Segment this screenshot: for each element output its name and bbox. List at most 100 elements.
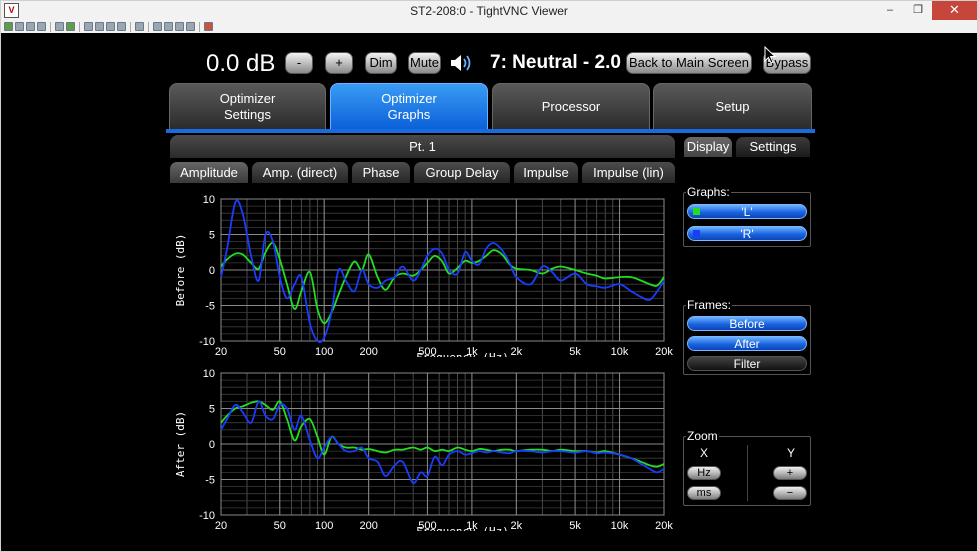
speaker-icon[interactable] (450, 53, 474, 73)
x-tick-label: 2k (511, 520, 523, 531)
tab-label: Settings (224, 107, 271, 122)
x-tick-label: 20 (215, 520, 227, 531)
volume-display: 0.0 dB (206, 50, 276, 77)
frame-before-toggle[interactable]: Before (687, 316, 807, 331)
x-tick-label: 20k (655, 346, 673, 357)
toolbar-divider (50, 21, 51, 32)
x-tick-label: 2k (511, 346, 523, 357)
zoom-in-icon[interactable] (153, 22, 162, 31)
save-icon[interactable] (15, 22, 24, 31)
x-tick-label: 20k (655, 520, 673, 531)
zoom-y-in-button[interactable]: + (773, 466, 807, 480)
zoom-100-icon[interactable] (175, 22, 184, 31)
mute-button[interactable]: Mute (408, 52, 441, 74)
tab-setup[interactable]: Setup (653, 83, 812, 130)
graph-l-toggle[interactable]: 'L' (687, 204, 807, 219)
pause-icon[interactable] (55, 22, 64, 31)
remote-screen: 0.0 dB - + Dim Mute 7: Neutral - 2.0 Bac… (0, 33, 978, 552)
tab-display[interactable]: Display (684, 137, 732, 157)
graph-r-toggle[interactable]: 'R' (687, 226, 807, 241)
tab-processor[interactable]: Processor (492, 83, 650, 130)
options-icon[interactable] (26, 22, 35, 31)
tab-panel-settings[interactable]: Settings (736, 137, 810, 157)
tab-impulse-lin[interactable]: Impulse (lin) (582, 162, 675, 183)
restore-button[interactable]: ❐ (904, 1, 932, 20)
y-tick-label: 5 (209, 230, 215, 242)
tab-label: Setup (715, 99, 750, 114)
zoom-group-label: Zoom (686, 429, 719, 443)
window-title: ST2-208:0 - TightVNC Viewer (410, 4, 568, 18)
zoom-out-icon[interactable] (164, 22, 173, 31)
zoom-y-out-button[interactable]: − (773, 486, 807, 500)
frames-group-label: Frames: (686, 298, 733, 312)
ctrl-key-icon[interactable] (106, 22, 115, 31)
tab-amp-direct[interactable]: Amp. (direct) (252, 162, 348, 183)
clipboard-icon[interactable] (135, 22, 144, 31)
before-amplitude-graph[interactable]: 1050-5-1020501002005001k2k5k10k20kFreque… (168, 183, 679, 357)
y-tick-label: 0 (209, 439, 215, 451)
x-tick-label: 100 (315, 346, 333, 357)
y-axis-label: Before (dB) (174, 234, 187, 307)
graph-l-label: 'L' (741, 205, 753, 219)
new-connection-icon[interactable] (4, 22, 13, 31)
frame-filter-toggle[interactable]: Filter (687, 356, 807, 371)
tab-optimizer-graphs[interactable]: Optimizer Graphs (330, 83, 488, 130)
y-tick-label: 5 (209, 404, 215, 416)
y-tick-label: 0 (209, 265, 215, 277)
tab-label: Optimizer (219, 91, 276, 106)
graph-l-swatch (693, 208, 700, 215)
fullscreen-icon[interactable] (204, 22, 213, 31)
x-tick-label: 5k (569, 520, 581, 531)
tab-label: Processor (541, 99, 601, 114)
zoom-fit-icon[interactable] (186, 22, 195, 31)
x-tick-label: 200 (359, 346, 377, 357)
y-axis-label: After (dB) (174, 411, 187, 477)
preset-name: 7: Neutral - 2.0 (490, 52, 621, 73)
close-button[interactable]: ✕ (932, 1, 977, 20)
title-bar: V ST2-208:0 - TightVNC Viewer – ❐ ✕ (0, 0, 978, 20)
volume-up-button[interactable]: + (325, 52, 353, 74)
after-amplitude-graph[interactable]: 1050-5-1020501002005001k2k5k10k20kFreque… (168, 357, 679, 531)
toolbar-divider (199, 21, 200, 32)
info-icon[interactable] (37, 22, 46, 31)
ctrl-alt-del-icon[interactable] (84, 22, 93, 31)
tab-underline (166, 129, 815, 133)
toolbar-divider (148, 21, 149, 32)
alt-key-icon[interactable] (117, 22, 126, 31)
vnc-toolbar (0, 20, 978, 33)
y-tick-label: -10 (199, 336, 215, 348)
refresh-icon[interactable] (66, 22, 75, 31)
frame-after-toggle[interactable]: After (687, 336, 807, 351)
y-tick-label: -5 (205, 475, 215, 487)
zoom-divider (747, 445, 748, 501)
tab-label: Graphs (387, 107, 431, 122)
minimize-button[interactable]: – (876, 1, 904, 20)
tab-phase[interactable]: Phase (352, 162, 410, 183)
y-tick-label: -5 (205, 301, 215, 313)
tab-group-delay[interactable]: Group Delay (414, 162, 510, 183)
x-tick-label: 10k (611, 346, 629, 357)
x-tick-label: 5k (569, 346, 581, 357)
y-tick-label: 10 (203, 194, 215, 206)
point-title: Pt. 1 (170, 135, 675, 158)
zoom-hz-button[interactable]: Hz (687, 466, 721, 480)
x-tick-label: 100 (315, 520, 333, 531)
dim-button[interactable]: Dim (365, 52, 397, 74)
graphs-group-label: Graphs: (686, 185, 731, 199)
zoom-y-label: Y (787, 446, 796, 460)
zoom-ms-button[interactable]: ms (687, 486, 721, 500)
tab-amplitude[interactable]: Amplitude (170, 162, 248, 183)
tab-label: Optimizer (381, 91, 437, 106)
zoom-x-label: X (700, 446, 709, 460)
back-to-main-button[interactable]: Back to Main Screen (626, 52, 752, 74)
mouse-cursor-icon (764, 46, 776, 64)
toolbar-divider (130, 21, 131, 32)
x-tick-label: 200 (359, 520, 377, 531)
toolbar-divider (79, 21, 80, 32)
volume-down-button[interactable]: - (285, 52, 313, 74)
x-tick-label: 10k (611, 520, 629, 531)
tab-impulse[interactable]: Impulse (514, 162, 578, 183)
tab-optimizer-settings[interactable]: Optimizer Settings (169, 83, 326, 130)
win-key-icon[interactable] (95, 22, 104, 31)
x-tick-label: 50 (274, 346, 286, 357)
